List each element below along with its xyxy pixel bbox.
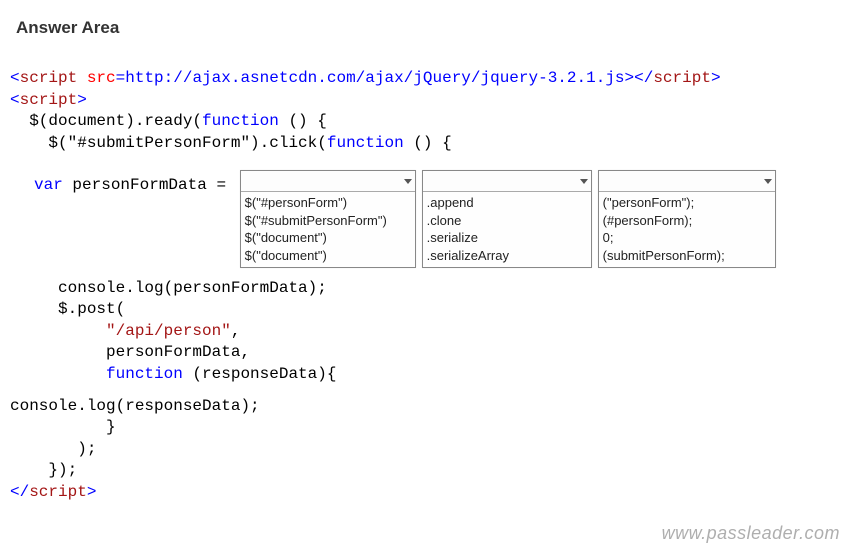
src-attr: src <box>77 69 115 87</box>
paren-open2: () { <box>404 134 452 152</box>
doc-ready: $(document).ready( <box>10 112 202 130</box>
api-path: "/api/person" <box>106 322 231 340</box>
function-kw2: function <box>327 134 404 152</box>
post-data-line: personFormData, <box>10 342 842 364</box>
function-kw3: function <box>106 365 183 383</box>
dropdown-1-header[interactable] <box>241 171 415 192</box>
chevron-down-icon <box>764 179 772 184</box>
click-line: $("#submitPersonForm").click(function ()… <box>10 133 842 155</box>
api-path-line: "/api/person", <box>10 321 842 343</box>
dropdown-1-options: $("#personForm") $("#submitPersonForm") … <box>241 192 415 266</box>
close-script-tag: script <box>29 483 87 501</box>
dropdown-3-header[interactable] <box>599 171 775 192</box>
post-call: $.post( <box>10 300 125 318</box>
dropdown-2-option[interactable]: .clone <box>427 212 587 230</box>
console-log-1: console.log(personFormData); <box>10 278 842 300</box>
dropdown-2-option[interactable]: .serializeArray <box>427 247 587 265</box>
dropdown-1-option[interactable]: $("#personForm") <box>245 194 411 212</box>
url-text: http://ajax.asnetcdn.com/ajax/jQuery/jqu… <box>125 69 624 87</box>
close-click-line: }); <box>10 460 842 482</box>
answer-area-title: Answer Area <box>16 18 842 38</box>
console2-text: console.log(responseData); <box>10 397 260 415</box>
close-lt: </ <box>634 69 653 87</box>
var-name: personFormData = <box>63 176 236 194</box>
script-tag: script <box>20 69 78 87</box>
close-lt2: </ <box>10 483 29 501</box>
doc-ready-line: $(document).ready(function () { <box>10 111 842 133</box>
post-data: personFormData, <box>10 343 250 361</box>
comma: , <box>231 322 241 340</box>
dropdown-2-option[interactable]: .append <box>427 194 587 212</box>
paren-open: () { <box>279 112 327 130</box>
close-paren: ); <box>10 440 96 458</box>
dropdown-3[interactable]: ("personForm"); (#personForm); 0; (submi… <box>598 170 776 267</box>
var-kw: var <box>34 176 63 194</box>
gt2: > <box>77 91 87 109</box>
dropdown-group: $("#personForm") $("#submitPersonForm") … <box>240 170 776 267</box>
dropdown-1-option[interactable]: $("document") <box>245 247 411 265</box>
lt2: < <box>10 91 20 109</box>
callback-line: function (responseData){ <box>10 364 842 386</box>
dropdown-2-options: .append .clone .serialize .serializeArra… <box>423 192 591 266</box>
dropdown-1-option[interactable]: $("#submitPersonForm") <box>245 212 411 230</box>
dropdown-3-options: ("personForm"); (#personForm); 0; (submi… <box>599 192 775 266</box>
close-click: }); <box>10 461 77 479</box>
dropdown-2-option[interactable]: .serialize <box>427 229 587 247</box>
var-declaration-row: var personFormData = $("#personForm") $(… <box>10 170 842 267</box>
script-tag2: script <box>20 91 78 109</box>
close-script: script <box>653 69 711 87</box>
lt: < <box>10 69 20 87</box>
brace1: } <box>10 418 116 436</box>
close-paren-line: ); <box>10 439 842 461</box>
gt: > <box>625 69 635 87</box>
dropdown-2[interactable]: .append .clone .serialize .serializeArra… <box>422 170 592 267</box>
watermark: www.passleader.com <box>662 523 840 544</box>
function-kw: function <box>202 112 279 130</box>
code-block: <script src=http://ajax.asnetcdn.com/aja… <box>10 68 842 504</box>
script-cdn-line: <script src=http://ajax.asnetcdn.com/aja… <box>10 68 842 90</box>
dropdown-2-header[interactable] <box>423 171 591 192</box>
dropdown-1-option[interactable]: $("document") <box>245 229 411 247</box>
console-log-2: console.log(responseData); <box>10 396 842 418</box>
console1-text: console.log(personFormData); <box>10 279 327 297</box>
var-label: var personFormData = <box>10 170 236 196</box>
dropdown-3-option[interactable]: ("personForm"); <box>603 194 771 212</box>
dropdown-3-option[interactable]: 0; <box>603 229 771 247</box>
post-line: $.post( <box>10 299 842 321</box>
callback-rest: (responseData){ <box>183 365 337 383</box>
chevron-down-icon <box>404 179 412 184</box>
dropdown-3-option[interactable]: (submitPersonForm); <box>603 247 771 265</box>
script-open-line: <script> <box>10 90 842 112</box>
close-gt2: > <box>87 483 97 501</box>
close-gt: > <box>711 69 721 87</box>
close-brace-line: } <box>10 417 842 439</box>
click-call: $("#submitPersonForm").click( <box>10 134 327 152</box>
dropdown-3-option[interactable]: (#personForm); <box>603 212 771 230</box>
chevron-down-icon <box>580 179 588 184</box>
eq: = <box>116 69 126 87</box>
close-script-line: </script> <box>10 482 842 504</box>
dropdown-1[interactable]: $("#personForm") $("#submitPersonForm") … <box>240 170 416 267</box>
